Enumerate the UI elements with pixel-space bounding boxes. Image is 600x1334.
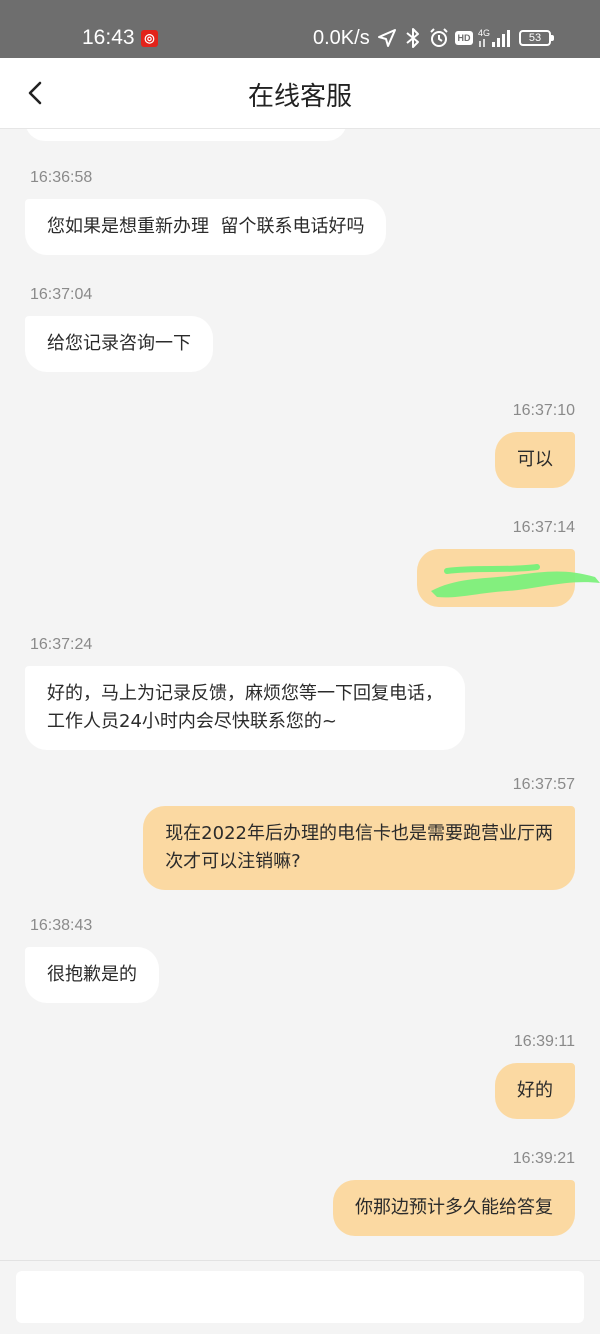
bluetooth-icon bbox=[406, 28, 419, 48]
netease-music-icon: ◎ bbox=[141, 30, 158, 47]
chat-area[interactable]: 16:36:58 您如果是想重新办理 留个联系电话好吗 16:37:04 给您记… bbox=[0, 129, 600, 1260]
user-message: 现在2022年后办理的电信卡也是需要跑营业厅两 次才可以注销嘛? bbox=[143, 806, 575, 890]
signal-icon: 4G bbox=[478, 28, 510, 47]
hd-icon: HD bbox=[455, 31, 473, 45]
network-type-label: 4G bbox=[478, 28, 490, 38]
user-message: 好的 bbox=[495, 1063, 575, 1119]
title-bar: 在线客服 bbox=[0, 58, 600, 129]
location-arrow-icon bbox=[378, 29, 396, 47]
agent-message: 您如果是想重新办理 留个联系电话好吗 bbox=[25, 199, 387, 255]
input-area bbox=[0, 1260, 600, 1334]
agent-message: 给您记录咨询一下 bbox=[25, 316, 213, 372]
page-title: 在线客服 bbox=[247, 82, 352, 112]
agent-message: 好的，马上为记录反馈，麻烦您等一下回复电话， 工作人员24小时内会尽快联系您的~ bbox=[25, 666, 465, 750]
message-timestamp: 16:37:10 bbox=[512, 402, 575, 419]
message-timestamp: 16:37:14 bbox=[512, 519, 575, 536]
network-speed: 0.0K/s bbox=[313, 27, 370, 49]
message-timestamp: 16:37:24 bbox=[30, 636, 93, 653]
user-message: 可以 bbox=[495, 432, 575, 488]
message-timestamp: 16:37:57 bbox=[512, 776, 575, 793]
message-timestamp: 16:39:21 bbox=[512, 1150, 575, 1167]
message-timestamp: 16:37:04 bbox=[30, 286, 93, 303]
status-time: 16:43 bbox=[82, 26, 135, 49]
message-timestamp: 16:38:43 bbox=[30, 917, 93, 934]
message-timestamp: 16:36:58 bbox=[30, 169, 93, 186]
message-input[interactable] bbox=[16, 1271, 584, 1323]
status-icons: HD 4G 53 bbox=[376, 26, 554, 50]
redaction-scribble bbox=[431, 564, 600, 598]
status-bar: 16:43 ◎ 0.0K/s HD 4G 53 bbox=[0, 0, 600, 58]
agent-message: 很抱歉是的 bbox=[25, 947, 159, 1003]
battery-icon: 53 bbox=[519, 30, 554, 46]
message-bubble-partial bbox=[25, 129, 347, 141]
user-message: 你那边预计多久能给答复 bbox=[333, 1180, 575, 1236]
message-timestamp: 16:39:11 bbox=[513, 1033, 575, 1050]
alarm-icon bbox=[430, 28, 448, 47]
